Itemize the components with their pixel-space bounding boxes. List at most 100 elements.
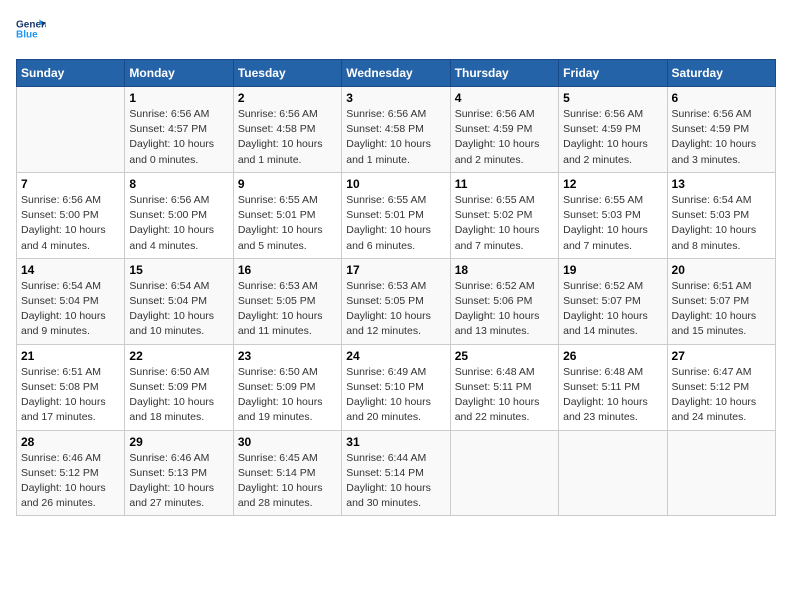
table-row: 13 Sunrise: 6:54 AM Sunset: 5:03 PM Dayli… xyxy=(667,172,775,258)
table-row xyxy=(559,430,667,516)
day-number: 19 xyxy=(563,263,662,277)
table-row: 28 Sunrise: 6:46 AM Sunset: 5:12 PM Dayli… xyxy=(17,430,125,516)
logo-icon: General Blue xyxy=(16,16,46,46)
day-number: 6 xyxy=(672,91,771,105)
table-row: 22 Sunrise: 6:50 AM Sunset: 5:09 PM Dayli… xyxy=(125,344,233,430)
table-row: 29 Sunrise: 6:46 AM Sunset: 5:13 PM Dayli… xyxy=(125,430,233,516)
day-info: Sunrise: 6:56 AM Sunset: 4:58 PM Dayligh… xyxy=(346,107,445,168)
day-header-sunday: Sunday xyxy=(17,60,125,87)
day-header-monday: Monday xyxy=(125,60,233,87)
day-number: 28 xyxy=(21,435,120,449)
day-number: 20 xyxy=(672,263,771,277)
day-info: Sunrise: 6:50 AM Sunset: 5:09 PM Dayligh… xyxy=(129,365,228,426)
day-info: Sunrise: 6:54 AM Sunset: 5:03 PM Dayligh… xyxy=(672,193,771,254)
day-number: 7 xyxy=(21,177,120,191)
table-row: 23Sunrise: 6:50 AM Sunset: 5:09 PM Dayli… xyxy=(233,344,341,430)
day-header-saturday: Saturday xyxy=(667,60,775,87)
logo: General Blue xyxy=(16,16,52,51)
table-row xyxy=(667,430,775,516)
table-row: 31 Sunrise: 6:44 AM Sunset: 5:14 PM Dayli… xyxy=(342,430,450,516)
day-number: 25 xyxy=(455,349,554,363)
day-number: 5 xyxy=(563,91,662,105)
day-number: 18 xyxy=(455,263,554,277)
day-number: 24 xyxy=(346,349,445,363)
table-row: 3Sunrise: 6:56 AM Sunset: 4:58 PM Daylig… xyxy=(342,87,450,173)
day-info: Sunrise: 6:55 AM Sunset: 5:01 PM Dayligh… xyxy=(238,193,337,254)
day-info: Sunrise: 6:56 AM Sunset: 4:58 PM Dayligh… xyxy=(238,107,337,168)
table-row: 15 Sunrise: 6:54 AM Sunset: 5:04 PM Dayli… xyxy=(125,258,233,344)
table-row: 27 Sunrise: 6:47 AM Sunset: 5:12 PM Dayli… xyxy=(667,344,775,430)
day-info: Sunrise: 6:56 AM Sunset: 4:57 PM Dayligh… xyxy=(129,107,228,168)
day-number: 14 xyxy=(21,263,120,277)
day-info: Sunrise: 6:46 AM Sunset: 5:13 PM Dayligh… xyxy=(129,451,228,512)
svg-text:Blue: Blue xyxy=(16,30,38,41)
day-info: Sunrise: 6:54 AM Sunset: 5:04 PM Dayligh… xyxy=(129,279,228,340)
day-info: Sunrise: 6:56 AM Sunset: 5:00 PM Dayligh… xyxy=(129,193,228,254)
day-number: 23 xyxy=(238,349,337,363)
day-number: 30 xyxy=(238,435,337,449)
day-info: Sunrise: 6:56 AM Sunset: 5:00 PM Dayligh… xyxy=(21,193,120,254)
day-info: Sunrise: 6:56 AM Sunset: 4:59 PM Dayligh… xyxy=(563,107,662,168)
day-info: Sunrise: 6:52 AM Sunset: 5:06 PM Dayligh… xyxy=(455,279,554,340)
table-row: 4Sunrise: 6:56 AM Sunset: 4:59 PM Daylig… xyxy=(450,87,558,173)
day-number: 12 xyxy=(563,177,662,191)
day-number: 27 xyxy=(672,349,771,363)
day-number: 15 xyxy=(129,263,228,277)
table-row: 1 Sunrise: 6:56 AM Sunset: 4:57 PM Daylig… xyxy=(125,87,233,173)
day-info: Sunrise: 6:55 AM Sunset: 5:02 PM Dayligh… xyxy=(455,193,554,254)
day-info: Sunrise: 6:56 AM Sunset: 4:59 PM Dayligh… xyxy=(672,107,771,168)
table-row xyxy=(450,430,558,516)
table-row: 7 Sunrise: 6:56 AM Sunset: 5:00 PM Daylig… xyxy=(17,172,125,258)
table-row: 8Sunrise: 6:56 AM Sunset: 5:00 PM Daylig… xyxy=(125,172,233,258)
table-row: 11Sunrise: 6:55 AM Sunset: 5:02 PM Dayli… xyxy=(450,172,558,258)
table-row: 20 Sunrise: 6:51 AM Sunset: 5:07 PM Dayli… xyxy=(667,258,775,344)
page-header: General Blue xyxy=(16,16,776,51)
day-header-thursday: Thursday xyxy=(450,60,558,87)
table-row: 2 Sunrise: 6:56 AM Sunset: 4:58 PM Daylig… xyxy=(233,87,341,173)
day-info: Sunrise: 6:48 AM Sunset: 5:11 PM Dayligh… xyxy=(563,365,662,426)
day-header-tuesday: Tuesday xyxy=(233,60,341,87)
day-number: 1 xyxy=(129,91,228,105)
day-info: Sunrise: 6:51 AM Sunset: 5:08 PM Dayligh… xyxy=(21,365,120,426)
day-number: 2 xyxy=(238,91,337,105)
day-info: Sunrise: 6:52 AM Sunset: 5:07 PM Dayligh… xyxy=(563,279,662,340)
day-info: Sunrise: 6:47 AM Sunset: 5:12 PM Dayligh… xyxy=(672,365,771,426)
day-header-wednesday: Wednesday xyxy=(342,60,450,87)
day-number: 9 xyxy=(238,177,337,191)
table-row: 6 Sunrise: 6:56 AM Sunset: 4:59 PM Daylig… xyxy=(667,87,775,173)
day-info: Sunrise: 6:46 AM Sunset: 5:12 PM Dayligh… xyxy=(21,451,120,512)
table-row: 18 Sunrise: 6:52 AM Sunset: 5:06 PM Dayli… xyxy=(450,258,558,344)
day-info: Sunrise: 6:51 AM Sunset: 5:07 PM Dayligh… xyxy=(672,279,771,340)
table-row: 30 Sunrise: 6:45 AM Sunset: 5:14 PM Dayli… xyxy=(233,430,341,516)
table-row: 21 Sunrise: 6:51 AM Sunset: 5:08 PM Dayli… xyxy=(17,344,125,430)
table-row: 26 Sunrise: 6:48 AM Sunset: 5:11 PM Dayli… xyxy=(559,344,667,430)
table-row: 12Sunrise: 6:55 AM Sunset: 5:03 PM Dayli… xyxy=(559,172,667,258)
table-row xyxy=(17,87,125,173)
day-info: Sunrise: 6:44 AM Sunset: 5:14 PM Dayligh… xyxy=(346,451,445,512)
day-number: 29 xyxy=(129,435,228,449)
table-row: 14Sunrise: 6:54 AM Sunset: 5:04 PM Dayli… xyxy=(17,258,125,344)
day-info: Sunrise: 6:48 AM Sunset: 5:11 PM Dayligh… xyxy=(455,365,554,426)
table-row: 19 Sunrise: 6:52 AM Sunset: 5:07 PM Dayli… xyxy=(559,258,667,344)
day-info: Sunrise: 6:45 AM Sunset: 5:14 PM Dayligh… xyxy=(238,451,337,512)
day-number: 4 xyxy=(455,91,554,105)
day-number: 17 xyxy=(346,263,445,277)
table-row: 24 Sunrise: 6:49 AM Sunset: 5:10 PM Dayli… xyxy=(342,344,450,430)
day-number: 22 xyxy=(129,349,228,363)
table-row: 16 Sunrise: 6:53 AM Sunset: 5:05 PM Dayli… xyxy=(233,258,341,344)
day-number: 13 xyxy=(672,177,771,191)
table-row: 17 Sunrise: 6:53 AM Sunset: 5:05 PM Dayli… xyxy=(342,258,450,344)
day-info: Sunrise: 6:53 AM Sunset: 5:05 PM Dayligh… xyxy=(238,279,337,340)
day-number: 21 xyxy=(21,349,120,363)
day-header-friday: Friday xyxy=(559,60,667,87)
day-info: Sunrise: 6:49 AM Sunset: 5:10 PM Dayligh… xyxy=(346,365,445,426)
day-number: 31 xyxy=(346,435,445,449)
day-number: 26 xyxy=(563,349,662,363)
table-row: 10 Sunrise: 6:55 AM Sunset: 5:01 PM Dayli… xyxy=(342,172,450,258)
day-info: Sunrise: 6:55 AM Sunset: 5:01 PM Dayligh… xyxy=(346,193,445,254)
day-number: 10 xyxy=(346,177,445,191)
table-row: 25 Sunrise: 6:48 AM Sunset: 5:11 PM Dayli… xyxy=(450,344,558,430)
day-info: Sunrise: 6:53 AM Sunset: 5:05 PM Dayligh… xyxy=(346,279,445,340)
day-number: 16 xyxy=(238,263,337,277)
table-row: 9 Sunrise: 6:55 AM Sunset: 5:01 PM Daylig… xyxy=(233,172,341,258)
